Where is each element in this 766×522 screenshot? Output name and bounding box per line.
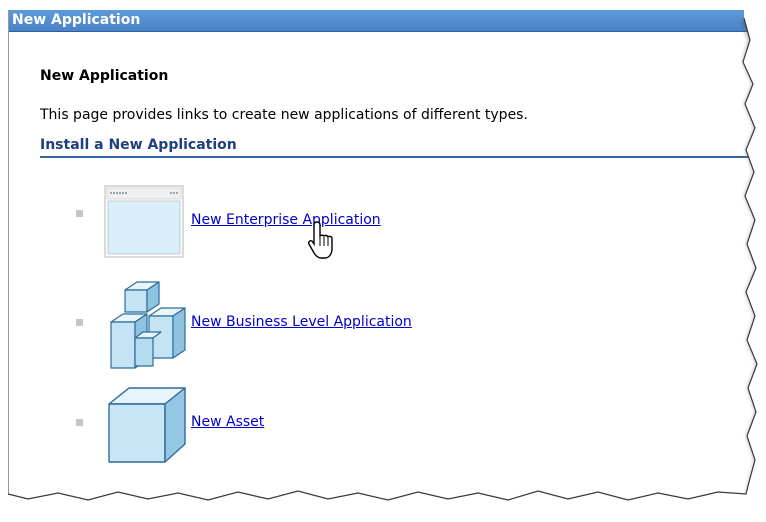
torn-edge-decoration: [7, 0, 766, 522]
screenshot-frame: New Application New Application This pag…: [0, 0, 766, 522]
